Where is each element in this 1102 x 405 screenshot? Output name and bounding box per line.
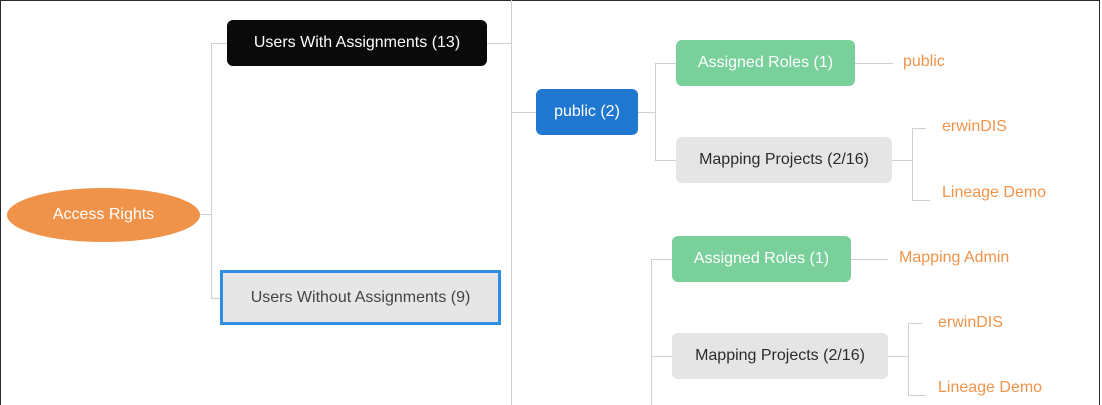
public-node-label: public (2) [554, 103, 620, 120]
root-node-access-rights[interactable]: Access Rights [7, 188, 200, 242]
mapping-projects-label: Mapping Projects (2/16) [699, 151, 869, 168]
divider-line [511, 0, 512, 405]
project-leaf-lineage-demo[interactable]: Lineage Demo [942, 184, 1046, 202]
users-with-assignments-node[interactable]: Users With Assignments (13) [227, 20, 487, 66]
assigned-roles-label: Assigned Roles (1) [697, 54, 834, 71]
mapping-projects-label: Mapping Projects (2/16) [695, 347, 865, 364]
public-node[interactable]: public (2) [536, 89, 638, 135]
project-leaf-erwindis[interactable]: erwinDIS [938, 314, 1003, 332]
connector [908, 323, 909, 396]
assigned-roles-label: Assigned Roles (1) [693, 250, 830, 267]
connector [855, 63, 893, 64]
root-node-label: Access Rights [52, 206, 155, 223]
connector [851, 259, 888, 260]
role-leaf-public[interactable]: public [903, 53, 945, 71]
connector [655, 63, 676, 64]
role-leaf-mapping-admin[interactable]: Mapping Admin [899, 249, 1009, 267]
connector [912, 128, 913, 201]
connector [892, 160, 913, 161]
connector [908, 395, 926, 396]
connector [655, 160, 676, 161]
mapping-projects-node[interactable]: Mapping Projects (2/16) [676, 137, 892, 183]
project-leaf-lineage-demo[interactable]: Lineage Demo [938, 379, 1042, 397]
connector [211, 43, 212, 299]
connector [908, 323, 922, 324]
connector [651, 259, 652, 405]
connector [211, 298, 220, 299]
mapping-projects-node[interactable]: Mapping Projects (2/16) [672, 333, 888, 379]
connector [651, 259, 672, 260]
connector [511, 112, 536, 113]
users-without-assignments-node[interactable]: Users Without Assignments (9) [220, 270, 501, 325]
project-leaf-erwindis[interactable]: erwinDIS [942, 118, 1007, 136]
assigned-roles-node[interactable]: Assigned Roles (1) [672, 236, 851, 282]
users-without-assignments-label: Users Without Assignments (9) [250, 288, 471, 306]
connector [487, 43, 511, 44]
connector [211, 43, 227, 44]
users-with-assignments-label: Users With Assignments (13) [253, 34, 461, 51]
connector [655, 63, 656, 161]
connector [912, 128, 926, 129]
connector [638, 112, 656, 113]
connector [888, 356, 909, 357]
assigned-roles-node[interactable]: Assigned Roles (1) [676, 40, 855, 86]
connector [912, 200, 930, 201]
connector [651, 356, 672, 357]
